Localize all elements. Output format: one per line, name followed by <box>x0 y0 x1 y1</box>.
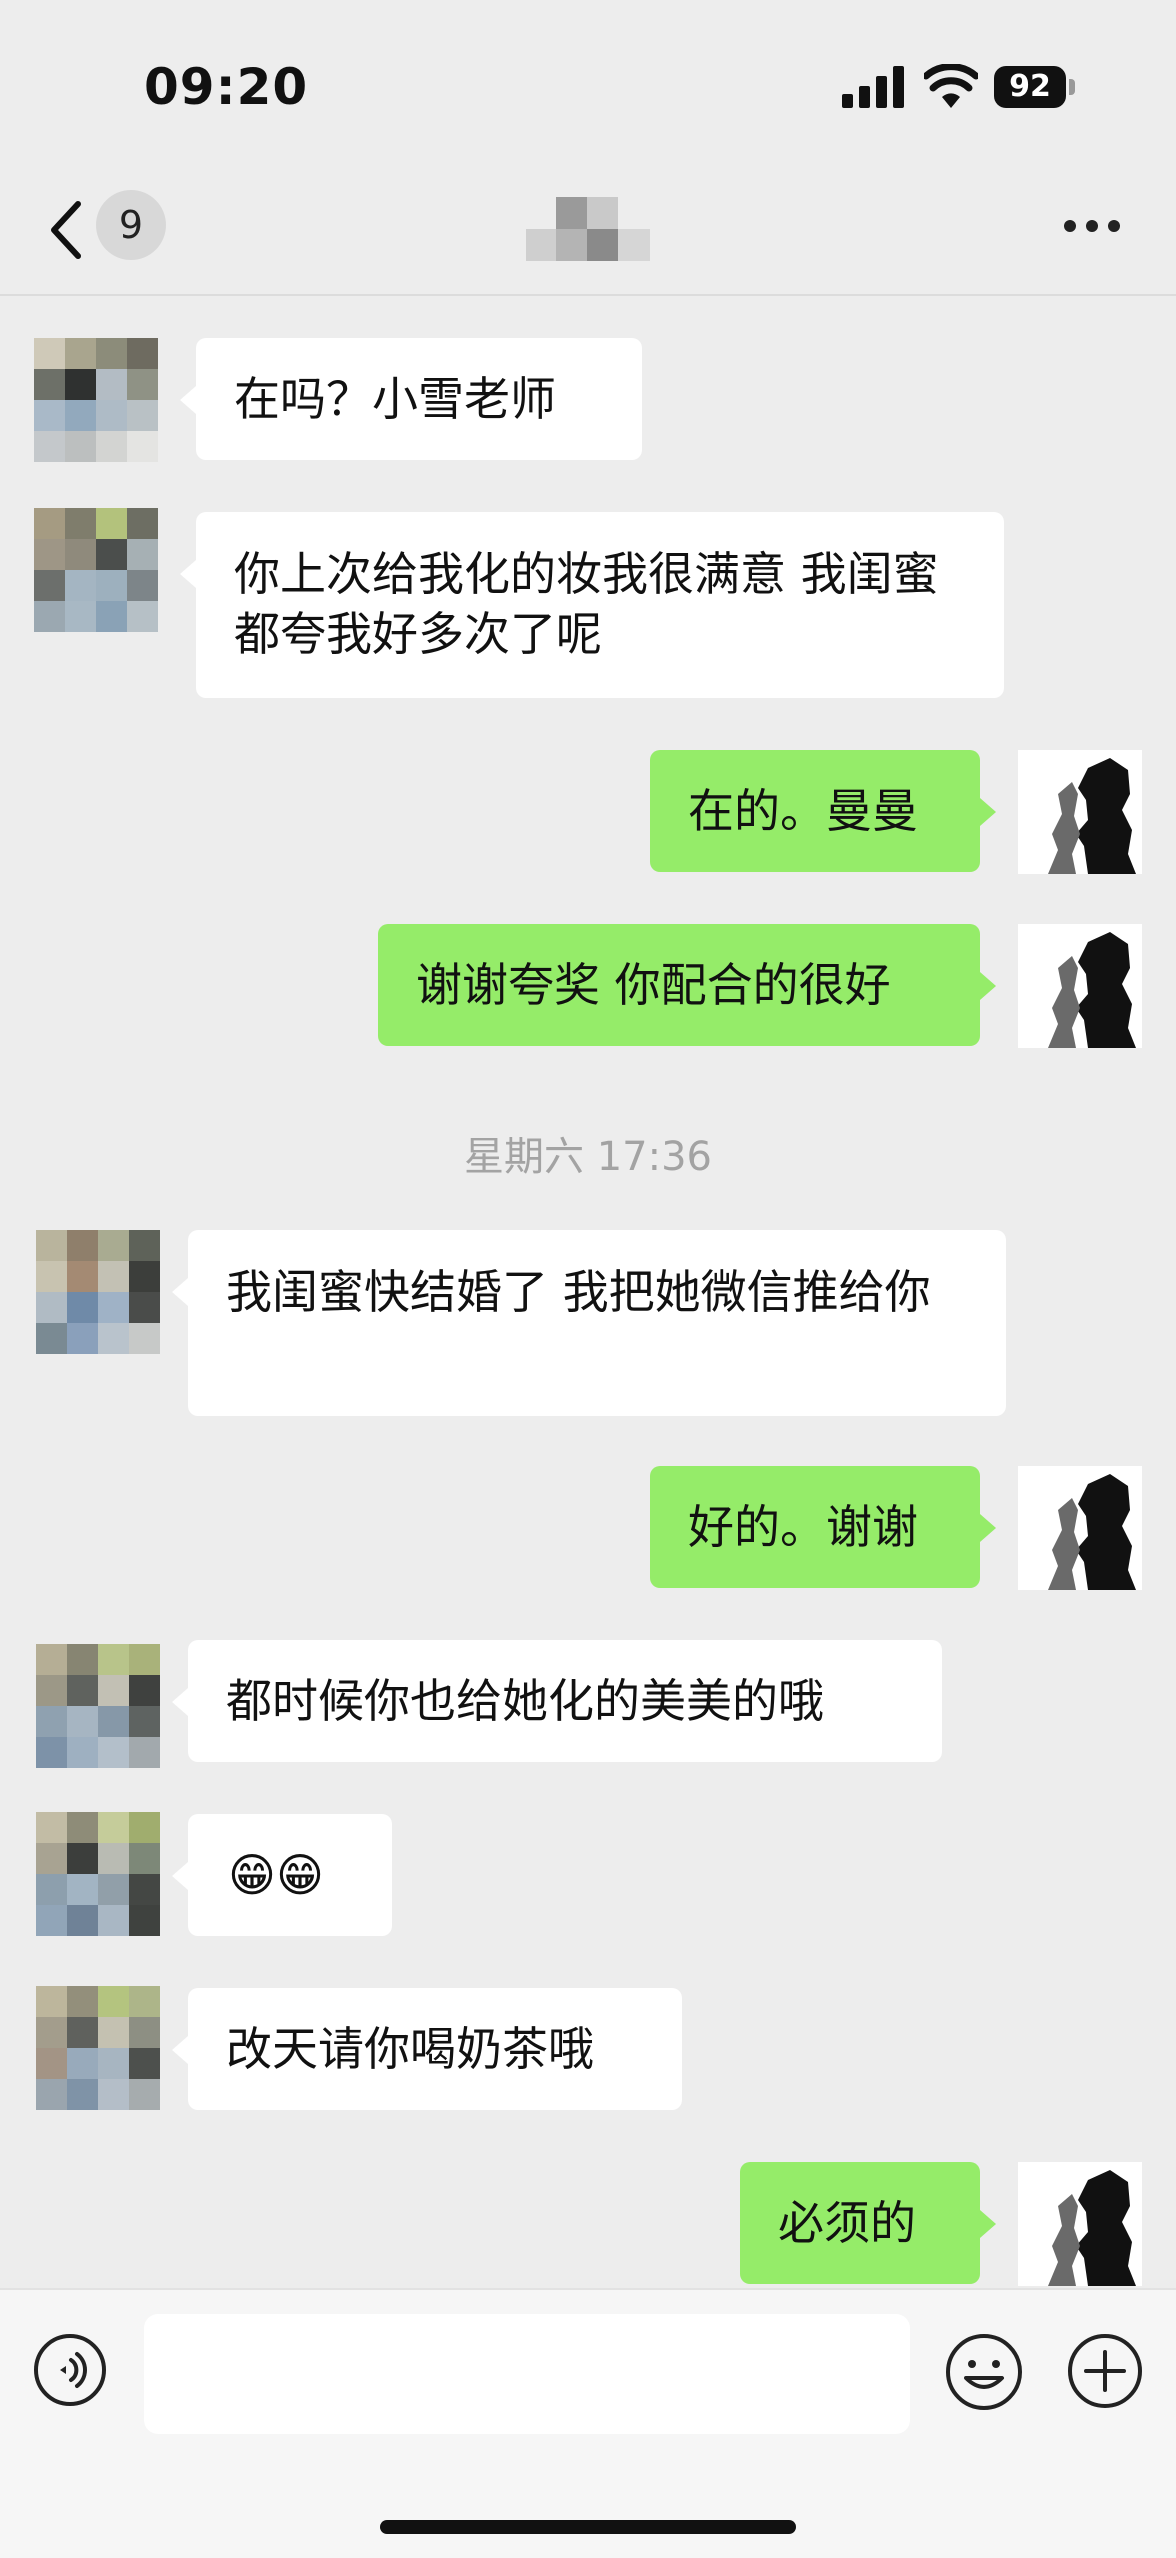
message-bubble[interactable]: 你上次给我化的妆我很满意 我闺蜜都夸我好多次了呢 <box>180 512 1004 698</box>
emoji-icon[interactable] <box>944 2332 1024 2412</box>
message-bubble[interactable]: 在吗？小雪老师 <box>180 338 642 460</box>
my-avatar[interactable] <box>1018 924 1142 1048</box>
contact-avatar[interactable] <box>34 338 158 462</box>
message-text: 在的。曼曼 <box>688 784 918 838</box>
chat-title-pixelated <box>526 197 650 261</box>
status-bar: 09:20 92 <box>0 0 1176 170</box>
plus-icon[interactable] <box>1066 2332 1144 2410</box>
message-bubble[interactable]: 改天请你喝奶茶哦 <box>172 1988 682 2110</box>
voice-icon[interactable] <box>32 2332 108 2408</box>
message-input-bar <box>0 2288 1176 2558</box>
chat-header: 9 <box>0 170 1176 296</box>
contact-avatar[interactable] <box>34 508 158 632</box>
contact-avatar[interactable] <box>36 1812 160 1936</box>
my-message-bubble[interactable]: 好的。谢谢 <box>650 1466 996 1588</box>
message-text: 必须的 <box>778 2196 916 2250</box>
message-text: 谢谢夸奖 你配合的很好 <box>416 958 891 1012</box>
my-avatar[interactable] <box>1018 2162 1142 2286</box>
message-text: 在吗？小雪老师 <box>234 372 556 426</box>
contact-avatar[interactable] <box>36 1986 160 2110</box>
status-time: 09:20 <box>144 58 309 116</box>
my-message-bubble[interactable]: 谢谢夸奖 你配合的很好 <box>378 924 996 1046</box>
unread-count-badge[interactable]: 9 <box>96 190 166 260</box>
my-message-bubble[interactable]: 必须的 <box>740 2162 996 2284</box>
message-bubble[interactable]: 我闺蜜快结婚了 我把她微信推给你 <box>172 1230 1006 1416</box>
chat-timestamp: 星期六 17:36 <box>464 1134 712 1180</box>
message-bubble[interactable]: 😁😁 <box>172 1814 392 1936</box>
message-text: 😁😁 <box>228 1848 324 1902</box>
message-text: 改天请你喝奶茶哦 <box>226 2022 594 2076</box>
message-text: 都时候你也给她化的美美的哦 <box>226 1674 824 1728</box>
my-avatar[interactable] <box>1018 750 1142 874</box>
my-message-bubble[interactable]: 在的。曼曼 <box>650 750 996 872</box>
message-bubble[interactable]: 都时候你也给她化的美美的哦 <box>172 1640 942 1762</box>
my-avatar[interactable] <box>1018 1466 1142 1590</box>
wifi-icon <box>924 64 978 108</box>
message-input[interactable] <box>144 2314 910 2434</box>
message-text: 你上次给我化的妆我很满意 我闺蜜都夸我好多次了呢 <box>234 547 939 661</box>
message-text: 好的。谢谢 <box>688 1500 918 1554</box>
battery-level: 92 <box>994 66 1066 108</box>
more-icon[interactable] <box>1062 216 1122 236</box>
contact-avatar[interactable] <box>36 1644 160 1768</box>
home-indicator <box>380 2520 796 2534</box>
battery-icon: 92 <box>994 66 1076 108</box>
message-text: 我闺蜜快结婚了 我把她微信推给你 <box>226 1265 931 1319</box>
signal-icon <box>842 66 904 108</box>
contact-avatar[interactable] <box>36 1230 160 1354</box>
back-icon[interactable] <box>46 198 86 262</box>
